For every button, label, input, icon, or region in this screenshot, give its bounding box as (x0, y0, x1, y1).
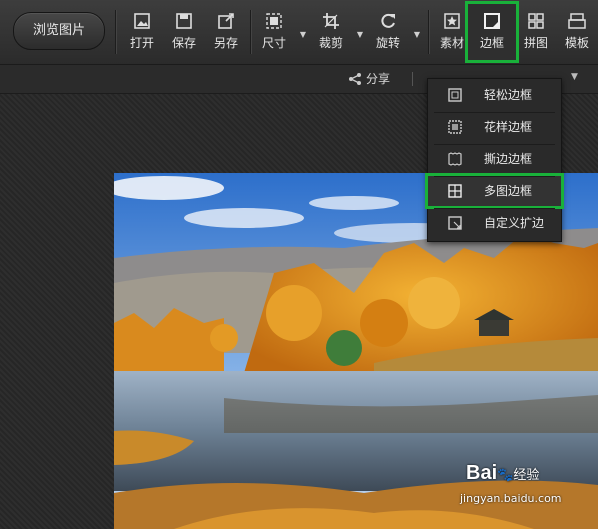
collage-label: 拼图 (523, 36, 548, 50)
browse-images-button[interactable]: 浏览图片 (13, 12, 105, 50)
toolbar-divider (250, 10, 252, 54)
menu-item-label: 自定义扩边 (484, 216, 545, 230)
rotate-label: 旋转 (375, 36, 400, 50)
save-label: 保存 (171, 36, 196, 50)
paw-icon: 🐾 (497, 468, 514, 483)
collage-icon (528, 13, 544, 29)
menu-item-simple-border[interactable]: 轻松边框 (428, 80, 561, 110)
border-dropdown-menu: 轻松边框 花样边框 撕边边框 多图边框 自定义扩边 (425, 78, 564, 242)
resize-label: 尺寸 (261, 36, 286, 50)
resize-button[interactable]: 尺寸 ▼ (254, 10, 306, 58)
rotate-dropdown-caret[interactable]: ▼ (414, 30, 420, 39)
custom-extend-icon (448, 216, 462, 230)
share-icon (349, 73, 361, 85)
menu-item-label: 花样边框 (484, 120, 533, 134)
toolbar-divider (428, 10, 430, 54)
rotate-button[interactable]: 旋转 ▼ (368, 10, 420, 58)
save-as-icon (218, 13, 234, 29)
material-label: 素材 (439, 36, 464, 50)
open-image-icon (134, 13, 150, 29)
multi-image-border-icon (448, 184, 462, 198)
template-button[interactable]: 模板 (557, 10, 597, 58)
open-label: 打开 (129, 36, 154, 50)
crop-label: 裁剪 (318, 36, 343, 50)
torn-edge-border-icon (448, 152, 462, 166)
baidu-watermark: Bai🐾经验 jingyan.baidu.com (460, 462, 562, 505)
share-button[interactable]: 分享 (348, 70, 390, 87)
border-label: 边框 (479, 36, 504, 50)
template-icon (568, 13, 586, 29)
menu-item-torn-edge-border[interactable]: 撕边边框 (428, 144, 561, 174)
menu-item-custom-extend[interactable]: 自定义扩边 (428, 208, 561, 238)
resize-dropdown-caret[interactable]: ▼ (300, 30, 306, 39)
pattern-border-icon (448, 120, 462, 134)
save-icon (176, 13, 192, 29)
collage-button[interactable]: 拼图 (516, 10, 556, 58)
subbar-divider (412, 72, 413, 86)
crop-icon (323, 13, 339, 29)
menu-item-multi-image-border[interactable]: 多图边框 (425, 173, 564, 209)
template-label: 模板 (564, 36, 589, 50)
simple-border-icon (448, 88, 462, 102)
border-icon (484, 13, 500, 29)
toolbar: 浏览图片 打开 保存 另存 尺寸 ▼ 裁剪 ▼ 旋转 ▼ 素材 边框 拼图 模板 (0, 0, 598, 65)
save-as-label: 另存 (213, 36, 238, 50)
save-as-button[interactable]: 另存 (206, 10, 246, 58)
crop-button[interactable]: 裁剪 ▼ (311, 10, 363, 58)
watermark-suffix: 经验 (513, 468, 540, 483)
material-icon (444, 13, 460, 29)
crop-dropdown-caret[interactable]: ▼ (357, 30, 363, 39)
menu-item-label: 轻松边框 (484, 88, 533, 102)
save-button[interactable]: 保存 (164, 10, 204, 58)
menu-item-label: 多图边框 (484, 184, 533, 198)
toolbar-divider (115, 10, 117, 54)
material-button[interactable]: 素材 (432, 10, 472, 58)
menu-item-pattern-border[interactable]: 花样边框 (428, 112, 561, 142)
border-button[interactable]: 边框 (465, 1, 519, 63)
resize-icon (266, 13, 282, 29)
menu-item-label: 撕边边框 (484, 152, 533, 166)
share-label: 分享 (366, 72, 391, 86)
rotate-icon (381, 13, 395, 28)
subbar-dropdown-caret[interactable]: ▼ (571, 72, 578, 82)
open-button[interactable]: 打开 (122, 10, 162, 58)
watermark-url: jingyan.baidu.com (460, 492, 562, 505)
watermark-brand: Bai (466, 462, 498, 484)
